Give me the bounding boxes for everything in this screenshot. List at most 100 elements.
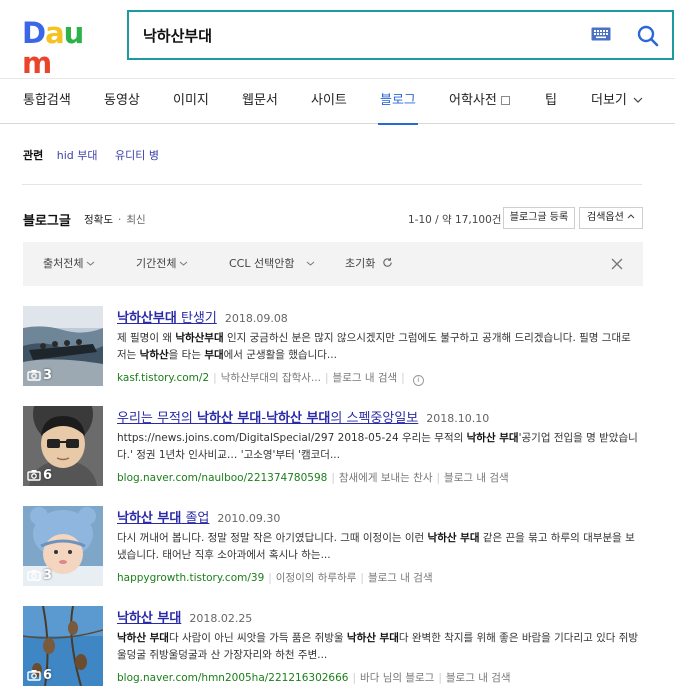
result-meta: happygrowth.tistory.com/39 | 이정이의 하루하루 | 블로그… <box>117 570 433 585</box>
desc-part: 낙하산 부대 <box>346 632 399 644</box>
logo-letter-u: u <box>63 16 85 50</box>
result-title-row: 우리는 무적의 낙하산 부대-낙하산 부대의 스펙중앙일보 2018.10.10 <box>117 407 489 426</box>
result-source[interactable]: 낙하산부대의 잡학사... <box>221 372 321 384</box>
tab-web[interactable]: 웹문서 <box>242 79 278 124</box>
result-source[interactable]: 참새에게 보내는 찬사 <box>339 472 433 484</box>
blog-inner-search-link[interactable]: 블로그 내 검색 <box>368 572 433 584</box>
result-url[interactable]: kasf.tistory.com/2 <box>117 372 209 384</box>
result-count: 1-10 / 약 17,100건 <box>408 214 502 226</box>
separator: | <box>331 472 335 484</box>
title-part: 낙하산 부대 <box>117 511 182 526</box>
result-url[interactable]: happygrowth.tistory.com/39 <box>117 572 264 584</box>
register-blog-button[interactable]: 블로그글 등록 <box>503 207 575 229</box>
title-part: 낙하산 부대 <box>266 411 331 426</box>
result-title-link[interactable]: 낙하산 부대 <box>117 611 181 626</box>
desc-part: 낙하산 부대 <box>117 632 169 644</box>
related-link[interactable]: 유디티 병 <box>115 149 159 162</box>
divider <box>22 184 642 185</box>
result-thumbnail[interactable]: 3 <box>23 306 103 386</box>
sort-latest[interactable]: 최신 <box>126 214 145 226</box>
separator: · <box>117 214 122 226</box>
filter-label: 초기화 <box>345 257 376 270</box>
result-source[interactable]: 바다 님의 블로그 <box>360 672 434 684</box>
chevron-down-icon <box>633 97 643 103</box>
related-link[interactable]: hid 부대 <box>57 149 98 162</box>
daum-logo[interactable]: Daum <box>22 16 108 78</box>
tab-site[interactable]: 사이트 <box>311 79 347 124</box>
result-description: 낙하산 부대다 사람이 아닌 씨앗을 가득 품은 쥐방울 낙하산 부대다 완벽한… <box>117 630 643 664</box>
close-icon[interactable] <box>610 257 624 271</box>
tab-label: 이미지 <box>173 93 209 108</box>
desc-part: https://news.joins.com/DigitalSpecial/29… <box>117 432 467 444</box>
search-options-label: 검색옵션 <box>587 212 624 223</box>
result-url[interactable]: blog.naver.com/hmn2005ha/221216302666 <box>117 672 348 684</box>
desc-part: 낙하산 부대 <box>427 532 480 544</box>
search-options-button[interactable]: 검색옵션 <box>579 207 643 229</box>
tab-integrated[interactable]: 통합검색 <box>23 79 71 124</box>
tab-label: 통합검색 <box>23 93 71 108</box>
tab-more[interactable]: 더보기 <box>591 79 643 124</box>
desc-part: 제 필명이 왜 <box>117 332 176 344</box>
header: Daum <box>0 0 675 78</box>
separator: | <box>352 672 357 684</box>
section-title: 블로그글 <box>23 214 71 229</box>
result-thumbnail[interactable]: 6 <box>23 406 103 486</box>
blog-inner-search-link[interactable]: 블로그 내 검색 <box>333 372 398 384</box>
filter-period[interactable]: 기간전체 <box>136 242 188 286</box>
info-icon[interactable]: i <box>412 375 424 386</box>
photo-count: 6 <box>27 668 52 684</box>
chevron-up-icon <box>627 214 635 219</box>
result-date: 2018.09.08 <box>224 312 288 325</box>
tab-label: 팁 <box>545 93 557 108</box>
title-part: 낙하산 부대 <box>117 611 182 626</box>
camera-icon <box>27 370 41 381</box>
separator: | <box>268 572 272 584</box>
desc-part: 에서 군생활을 했습니다... <box>223 349 337 361</box>
result-thumbnail[interactable]: 3 <box>23 506 103 586</box>
photo-count: 3 <box>27 368 52 384</box>
photo-count-value: 3 <box>43 368 53 383</box>
tab-dictionary[interactable]: 어학사전 <box>449 79 510 124</box>
tab-label: 동영상 <box>104 93 140 108</box>
tab-tip[interactable]: 팁 <box>545 79 557 124</box>
related-label: 관련 <box>23 149 44 162</box>
result-source[interactable]: 이정이의 하루하루 <box>276 572 357 584</box>
result-title-link[interactable]: 낙하산 부대 졸업 <box>117 511 209 526</box>
result-url[interactable]: blog.naver.com/naulboo/221374780598 <box>117 472 327 484</box>
result-description: 제 필명이 왜 낙하산부대 인지 궁금하신 분은 많지 않으시겠지만 그럼에도 … <box>117 330 643 364</box>
search-input[interactable] <box>143 22 563 48</box>
keyboard-icon[interactable] <box>591 27 611 41</box>
filter-label: 기간전체 <box>136 257 177 270</box>
result-title-link[interactable]: 우리는 무적의 낙하산 부대-낙하산 부대의 스펙중앙일보 <box>117 411 418 426</box>
blog-result: 6 우리는 무적의 낙하산 부대-낙하산 부대의 스펙중앙일보 2018.10.1… <box>23 406 643 488</box>
result-meta: blog.naver.com/hmn2005ha/221216302666 | 바다… <box>117 670 511 685</box>
result-title-row: 낙하산 부대 2018.02.25 <box>117 607 252 626</box>
chevron-down-icon <box>180 261 188 266</box>
blog-result: 3 낙하산 부대 졸업 2010.09.30 다시 꺼내어 봅니다. 정말 정말 … <box>23 506 643 588</box>
blog-inner-search-link[interactable]: 블로그 내 검색 <box>446 672 511 684</box>
refresh-icon <box>383 257 392 267</box>
desc-part: 다 사람이 아닌 씨앗을 가득 품은 쥐방울 <box>168 632 347 644</box>
blog-inner-search-link[interactable]: 블로그 내 검색 <box>444 472 509 484</box>
sort-accuracy[interactable]: 정확도 <box>84 214 113 226</box>
title-part: 우리는 무적의 <box>117 411 198 426</box>
result-title-link[interactable]: 낙하산부대 탄생기 <box>117 311 217 326</box>
result-meta: blog.naver.com/naulboo/221374780598 | 참새에게… <box>117 470 509 485</box>
photo-count-value: 6 <box>43 668 53 683</box>
search-tabs: 통합검색 동영상 이미지 웹문서 사이트 블로그 어학사전 팁 더보기 <box>0 78 675 125</box>
filter-source[interactable]: 출처전체 <box>43 242 95 286</box>
result-meta: kasf.tistory.com/2 | 낙하산부대의 잡학사... | 블로그 내 검… <box>117 370 424 386</box>
logo-letter-d: D <box>22 16 46 50</box>
title-part: 졸업 <box>181 511 210 526</box>
filter-reset[interactable]: 초기화 <box>345 242 393 286</box>
search-icon[interactable] <box>634 22 662 50</box>
tab-blog[interactable]: 블로그 <box>378 79 418 125</box>
title-part: 낙하산부대 <box>117 311 177 326</box>
blog-result: 3 낙하산부대 탄생기 2018.09.08 제 필명이 왜 낙하산부대 인지 궁… <box>23 306 643 388</box>
tab-image[interactable]: 이미지 <box>173 79 209 124</box>
search-box <box>127 10 674 60</box>
filter-ccl[interactable]: CCL 선택안함 <box>229 242 315 286</box>
result-thumbnail[interactable]: 6 <box>23 606 103 686</box>
title-part: 의 스펙중앙일보 <box>330 411 419 426</box>
tab-video[interactable]: 동영상 <box>104 79 140 124</box>
